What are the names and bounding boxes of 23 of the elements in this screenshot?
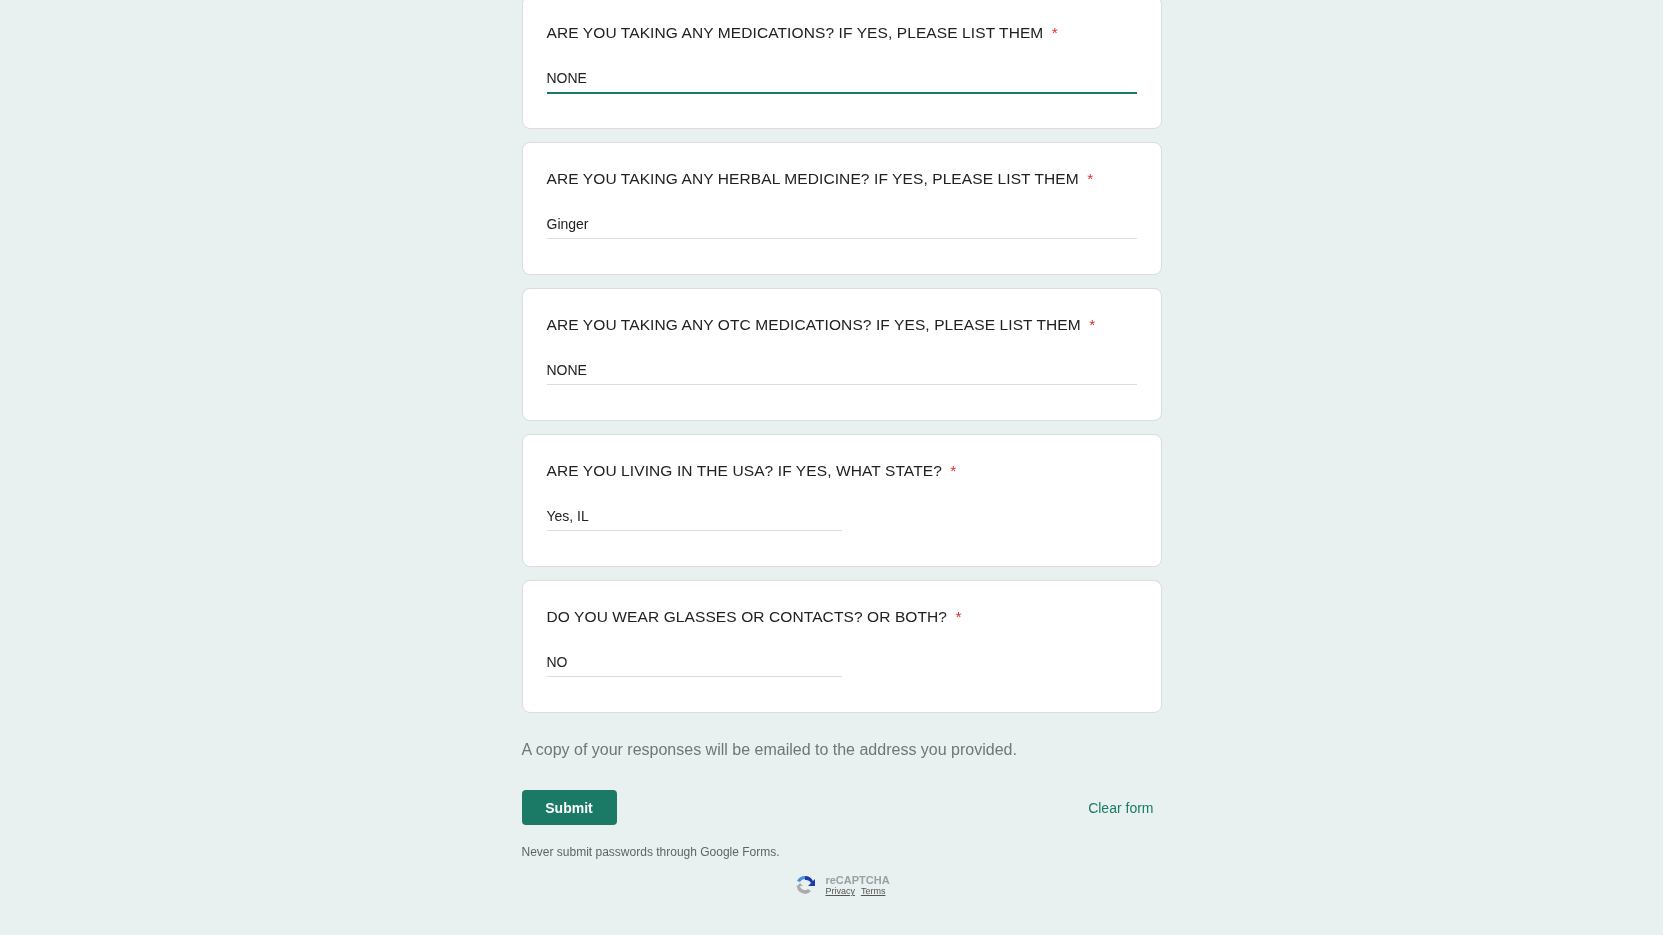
- required-mark: *: [955, 608, 962, 625]
- question-label: ARE YOU TAKING ANY OTC MEDICATIONS? IF YES, PLEASE LIST THEM: [546, 316, 1081, 333]
- question-label: ARE YOU TAKING ANY HERBAL MEDICINE? IF YES, PLEASE LIST THEM: [546, 170, 1079, 187]
- copy-notice: A copy of your responses will be emailed to the address you provided.: [521, 741, 1018, 759]
- clear-form-button[interactable]: Clear form: [1080, 791, 1162, 824]
- privacy-link[interactable]: Privacy: [825, 886, 855, 896]
- required-mark: *: [950, 462, 957, 479]
- submit-button[interactable]: Submit: [521, 790, 617, 825]
- question-label: ARE YOU TAKING ANY MEDICATIONS? IF YES, PLEASE LIST THEM: [546, 24, 1044, 41]
- required-mark: *: [1089, 316, 1096, 333]
- recaptcha-icon: [793, 873, 818, 897]
- password-warning: Never submit passwords through Google Forms.: [521, 845, 781, 859]
- answer-field[interactable]: NONE: [546, 70, 1137, 94]
- answer-field[interactable]: Yes, IL: [546, 508, 842, 531]
- required-mark: *: [1051, 24, 1058, 41]
- answer-field[interactable]: Ginger: [546, 216, 1137, 239]
- question-label: ARE YOU LIVING IN THE USA? IF YES, WHAT STATE?: [546, 462, 942, 479]
- required-mark: *: [1087, 170, 1094, 187]
- question-label: DO YOU WEAR GLASSES OR CONTACTS? OR BOTH?: [546, 608, 948, 625]
- answer-field[interactable]: NONE: [546, 362, 1137, 385]
- recaptcha-label: reCAPTCHA: [825, 874, 890, 886]
- answer-field[interactable]: NO: [546, 654, 842, 677]
- terms-link[interactable]: Terms: [860, 886, 886, 896]
